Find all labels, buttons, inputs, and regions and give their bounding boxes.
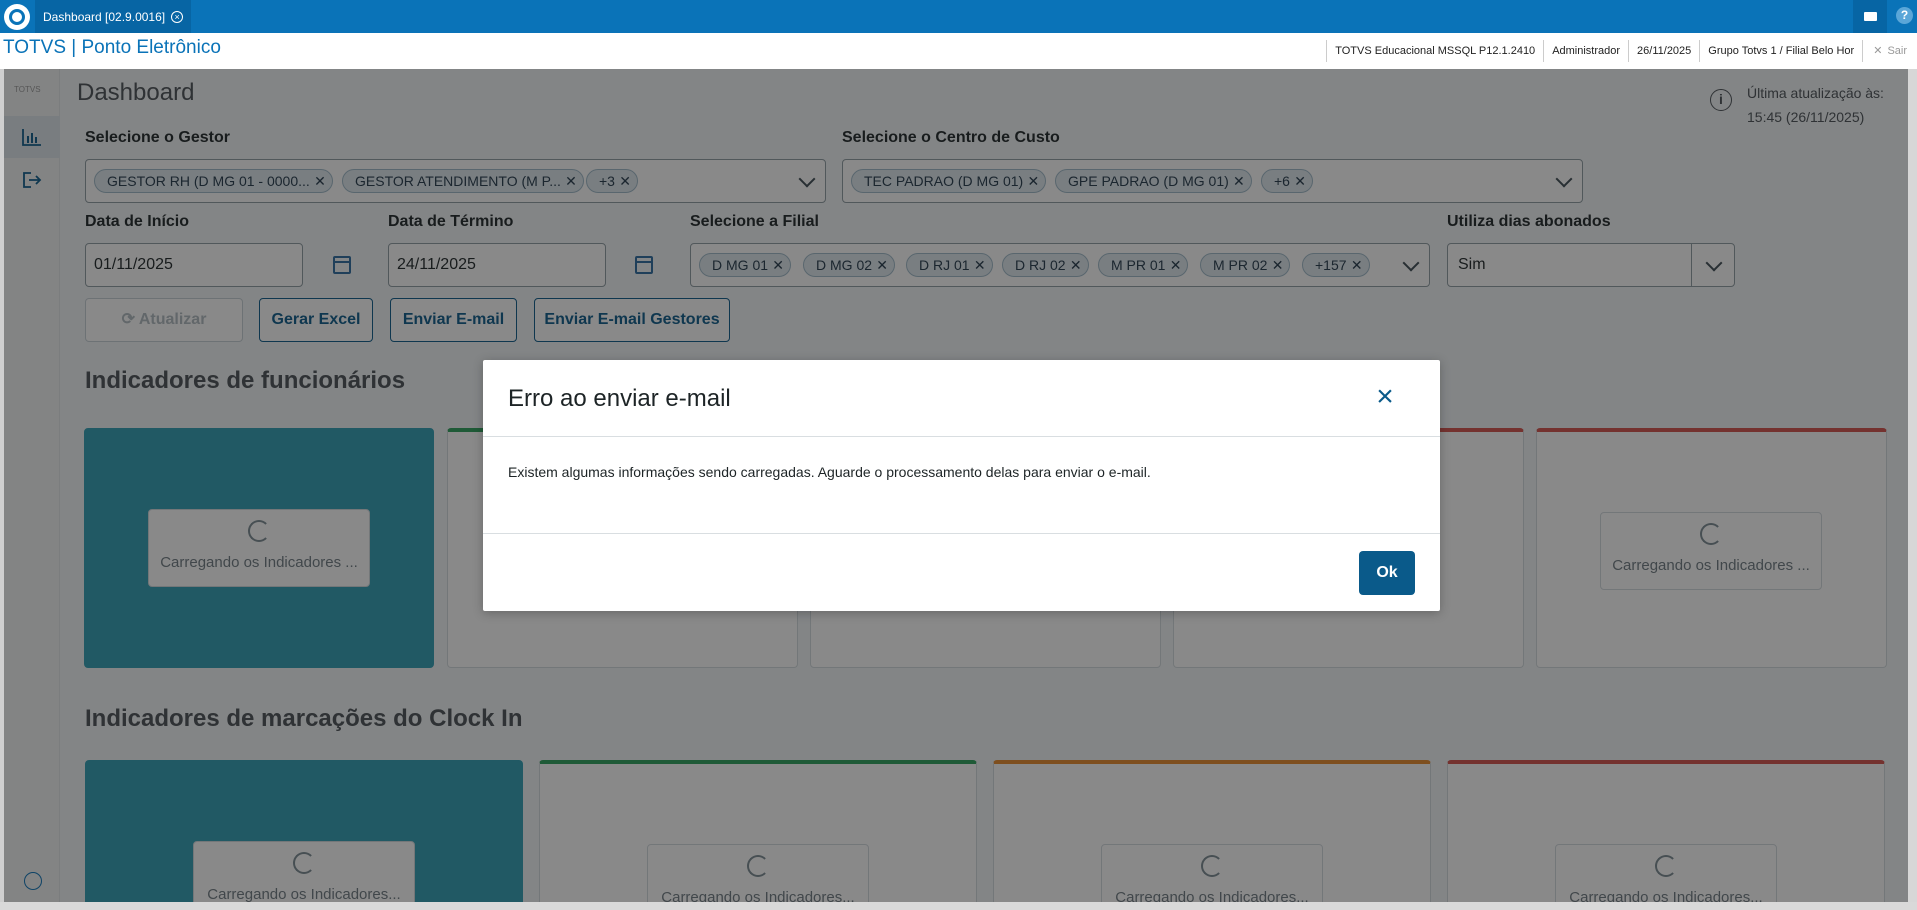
error-dialog: Erro ao enviar e-mail × Existem algumas … — [483, 360, 1440, 611]
ok-button[interactable]: Ok — [1359, 551, 1415, 595]
help-icon[interactable]: ? — [1896, 7, 1913, 24]
exit-label: Sair — [1887, 45, 1907, 57]
user-label: Administrador — [1543, 40, 1628, 62]
envelope-icon — [1863, 12, 1877, 21]
top-bar: Dashboard [02.9.0016] × ? — [0, 0, 1917, 33]
totvs-logo-icon — [4, 4, 30, 30]
environment-label: TOTVS Educacional MSSQL P12.1.2410 — [1326, 40, 1543, 62]
close-icon[interactable]: × — [1373, 382, 1397, 412]
session-info: TOTVS Educacional MSSQL P12.1.2410 Admin… — [1326, 40, 1917, 62]
date-label: 26/11/2025 — [1628, 40, 1699, 62]
divider — [483, 436, 1440, 437]
tab-label: Dashboard [02.9.0016] — [43, 9, 166, 24]
left-edge — [0, 69, 4, 910]
app-header: TOTVS | Ponto Eletrônico TOTVS Educacion… — [0, 33, 1917, 69]
tab-dashboard[interactable]: Dashboard [02.9.0016] × — [35, 0, 192, 33]
mail-button[interactable] — [1853, 0, 1887, 33]
tab-close-icon[interactable]: × — [171, 10, 184, 23]
branch-label: Grupo Totvs 1 / Filial Belo Hor — [1699, 40, 1862, 62]
app-title: TOTVS | Ponto Eletrônico — [3, 37, 221, 58]
dialog-title: Erro ao enviar e-mail — [508, 385, 731, 412]
exit-button[interactable]: ✕ Sair — [1862, 40, 1917, 62]
vertical-scrollbar[interactable] — [1908, 69, 1917, 910]
divider — [483, 533, 1440, 534]
horizontal-scrollbar[interactable] — [0, 902, 1917, 910]
dialog-message: Existem algumas informações sendo carreg… — [508, 464, 1151, 480]
close-icon: ✕ — [1873, 45, 1883, 57]
